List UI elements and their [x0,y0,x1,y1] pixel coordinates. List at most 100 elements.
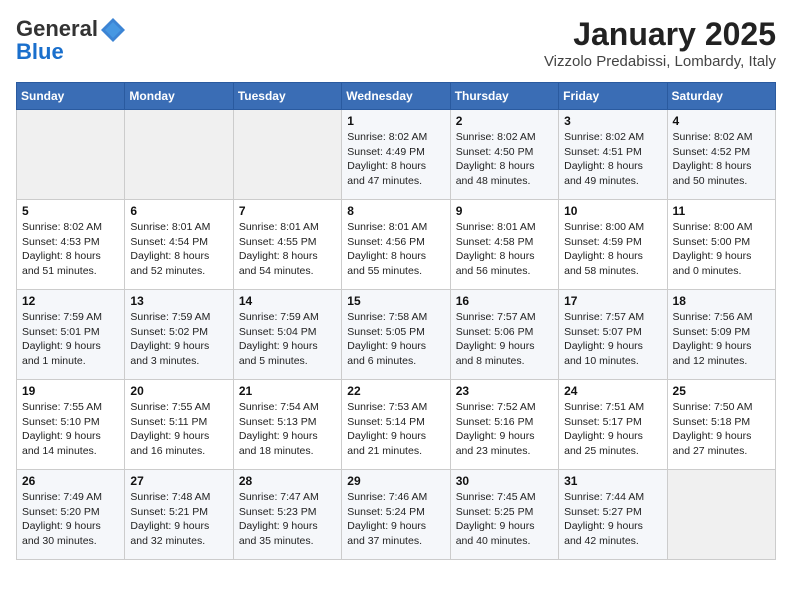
day-info: Sunrise: 8:01 AM Sunset: 4:54 PM Dayligh… [130,220,227,279]
day-info: Sunrise: 8:01 AM Sunset: 4:56 PM Dayligh… [347,220,444,279]
calendar-body: 1 Sunrise: 8:02 AM Sunset: 4:49 PM Daylig… [17,110,776,560]
calendar-cell: 14Sunrise: 7:59 AM Sunset: 5:04 PM Dayli… [233,290,341,380]
day-number: 15 [347,294,444,308]
calendar-cell: 24 Sunrise: 7:51 AM Sunset: 5:17 PM Dayli… [559,380,667,470]
logo-general: General [16,16,98,41]
weekday-header-friday: Friday [559,83,667,110]
day-info: Sunrise: 7:45 AM Sunset: 5:25 PM Dayligh… [456,490,553,549]
day-info: Sunrise: 7:59 AM Sunset: 5:04 PM Dayligh… [239,310,336,369]
day-number: 16 [456,294,553,308]
day-info: Sunrise: 7:53 AM Sunset: 5:14 PM Dayligh… [347,400,444,459]
logo: General Blue [16,16,128,64]
day-info: Sunrise: 7:51 AM Sunset: 5:17 PM Dayligh… [564,400,661,459]
day-info: Sunrise: 7:47 AM Sunset: 5:23 PM Dayligh… [239,490,336,549]
calendar-cell: 23 Sunrise: 7:52 AM Sunset: 5:16 PM Dayli… [450,380,558,470]
calendar-cell: 6 Sunrise: 8:01 AM Sunset: 4:54 PM Daylig… [125,200,233,290]
day-number: 22 [347,384,444,398]
day-info: Sunrise: 7:55 AM Sunset: 5:10 PM Dayligh… [22,400,119,459]
calendar-week-5: 26 Sunrise: 7:49 AM Sunset: 5:20 PM Dayli… [17,470,776,560]
day-info: Sunrise: 7:59 AM Sunset: 5:01 PM Dayligh… [22,310,119,369]
calendar-cell: 30 Sunrise: 7:45 AM Sunset: 5:25 PM Dayli… [450,470,558,560]
calendar-cell: 17Sunrise: 7:57 AM Sunset: 5:07 PM Dayli… [559,290,667,380]
day-number: 10 [564,204,661,218]
day-number: 12 [22,294,119,308]
day-info: Sunrise: 7:59 AM Sunset: 5:02 PM Dayligh… [130,310,227,369]
page-header: General Blue January 2025 Vizzolo Predab… [16,16,776,70]
day-number: 30 [456,474,553,488]
day-info: Sunrise: 7:56 AM Sunset: 5:09 PM Dayligh… [673,310,770,369]
calendar-subtitle: Vizzolo Predabissi, Lombardy, Italy [544,53,776,70]
calendar-title: January 2025 [544,16,776,53]
logo-icon [99,16,127,44]
day-number: 4 [673,114,770,128]
day-number: 26 [22,474,119,488]
day-number: 6 [130,204,227,218]
day-number: 13 [130,294,227,308]
calendar-cell: 27 Sunrise: 7:48 AM Sunset: 5:21 PM Dayli… [125,470,233,560]
day-number: 5 [22,204,119,218]
day-number: 17 [564,294,661,308]
weekday-header-monday: Monday [125,83,233,110]
day-info: Sunrise: 7:55 AM Sunset: 5:11 PM Dayligh… [130,400,227,459]
calendar-cell: 26 Sunrise: 7:49 AM Sunset: 5:20 PM Dayli… [17,470,125,560]
calendar-cell: 18 Sunrise: 7:56 AM Sunset: 5:09 PM Dayli… [667,290,775,380]
day-info: Sunrise: 8:02 AM Sunset: 4:49 PM Dayligh… [347,130,444,189]
day-number: 11 [673,204,770,218]
calendar-cell: 15 Sunrise: 7:58 AM Sunset: 5:05 PM Dayli… [342,290,450,380]
calendar-cell: 10Sunrise: 8:00 AM Sunset: 4:59 PM Dayli… [559,200,667,290]
day-number: 3 [564,114,661,128]
calendar-cell: 28 Sunrise: 7:47 AM Sunset: 5:23 PM Dayli… [233,470,341,560]
calendar-cell: 3Sunrise: 8:02 AM Sunset: 4:51 PM Daylig… [559,110,667,200]
calendar-week-4: 19Sunrise: 7:55 AM Sunset: 5:10 PM Dayli… [17,380,776,470]
calendar-cell: 31 Sunrise: 7:44 AM Sunset: 5:27 PM Dayli… [559,470,667,560]
day-info: Sunrise: 8:02 AM Sunset: 4:53 PM Dayligh… [22,220,119,279]
calendar-cell [667,470,775,560]
weekday-header-sunday: Sunday [17,83,125,110]
day-info: Sunrise: 7:50 AM Sunset: 5:18 PM Dayligh… [673,400,770,459]
calendar-cell: 11Sunrise: 8:00 AM Sunset: 5:00 PM Dayli… [667,200,775,290]
day-number: 27 [130,474,227,488]
calendar-cell: 16 Sunrise: 7:57 AM Sunset: 5:06 PM Dayli… [450,290,558,380]
calendar-cell: 12 Sunrise: 7:59 AM Sunset: 5:01 PM Dayli… [17,290,125,380]
calendar-cell: 7Sunrise: 8:01 AM Sunset: 4:55 PM Daylig… [233,200,341,290]
day-info: Sunrise: 8:02 AM Sunset: 4:50 PM Dayligh… [456,130,553,189]
day-number: 20 [130,384,227,398]
day-info: Sunrise: 7:57 AM Sunset: 5:06 PM Dayligh… [456,310,553,369]
day-info: Sunrise: 7:52 AM Sunset: 5:16 PM Dayligh… [456,400,553,459]
day-info: Sunrise: 7:49 AM Sunset: 5:20 PM Dayligh… [22,490,119,549]
day-number: 24 [564,384,661,398]
calendar-week-1: 1 Sunrise: 8:02 AM Sunset: 4:49 PM Daylig… [17,110,776,200]
day-number: 23 [456,384,553,398]
title-block: January 2025 Vizzolo Predabissi, Lombard… [544,16,776,70]
calendar-cell [233,110,341,200]
day-number: 1 [347,114,444,128]
day-info: Sunrise: 8:01 AM Sunset: 4:58 PM Dayligh… [456,220,553,279]
calendar-cell: 2 Sunrise: 8:02 AM Sunset: 4:50 PM Daylig… [450,110,558,200]
day-number: 28 [239,474,336,488]
day-number: 18 [673,294,770,308]
calendar-cell [17,110,125,200]
calendar-cell: 4Sunrise: 8:02 AM Sunset: 4:52 PM Daylig… [667,110,775,200]
day-info: Sunrise: 7:44 AM Sunset: 5:27 PM Dayligh… [564,490,661,549]
day-info: Sunrise: 7:58 AM Sunset: 5:05 PM Dayligh… [347,310,444,369]
calendar-cell [125,110,233,200]
day-number: 31 [564,474,661,488]
calendar-cell: 21Sunrise: 7:54 AM Sunset: 5:13 PM Dayli… [233,380,341,470]
calendar-cell: 22 Sunrise: 7:53 AM Sunset: 5:14 PM Dayli… [342,380,450,470]
calendar-week-2: 5 Sunrise: 8:02 AM Sunset: 4:53 PM Daylig… [17,200,776,290]
weekday-header-saturday: Saturday [667,83,775,110]
calendar-cell: 13 Sunrise: 7:59 AM Sunset: 5:02 PM Dayli… [125,290,233,380]
day-number: 2 [456,114,553,128]
calendar-table: SundayMondayTuesdayWednesdayThursdayFrid… [16,82,776,560]
day-number: 8 [347,204,444,218]
day-number: 25 [673,384,770,398]
calendar-week-3: 12 Sunrise: 7:59 AM Sunset: 5:01 PM Dayli… [17,290,776,380]
calendar-header: SundayMondayTuesdayWednesdayThursdayFrid… [17,83,776,110]
day-info: Sunrise: 7:48 AM Sunset: 5:21 PM Dayligh… [130,490,227,549]
day-number: 29 [347,474,444,488]
weekday-header-wednesday: Wednesday [342,83,450,110]
calendar-cell: 20 Sunrise: 7:55 AM Sunset: 5:11 PM Dayli… [125,380,233,470]
weekday-header-thursday: Thursday [450,83,558,110]
day-number: 7 [239,204,336,218]
calendar-cell: 25 Sunrise: 7:50 AM Sunset: 5:18 PM Dayli… [667,380,775,470]
